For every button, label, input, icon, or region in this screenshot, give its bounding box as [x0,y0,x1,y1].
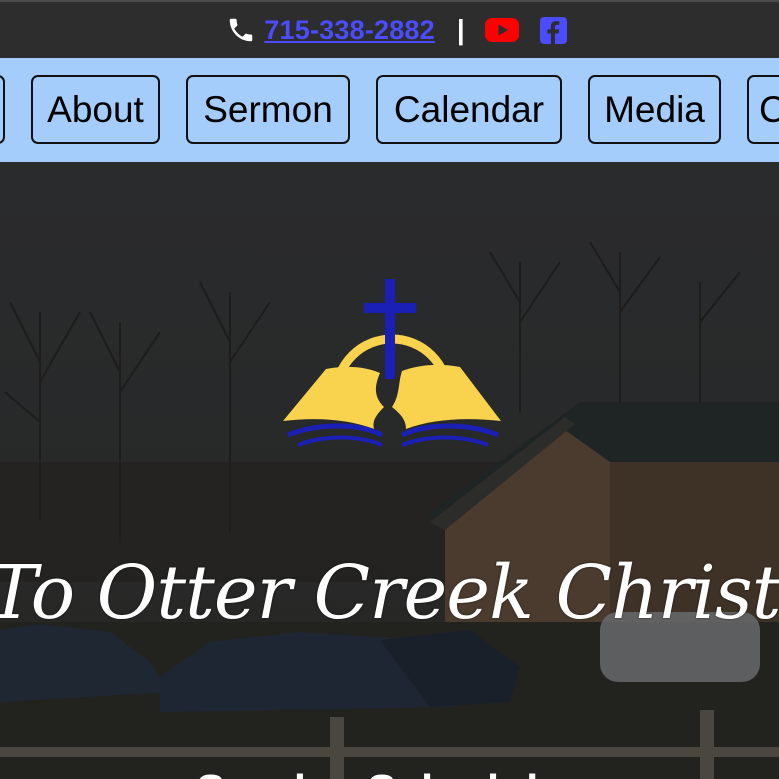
phone-number-link[interactable]: 715-338-2882 [264,15,435,46]
nav-item-sermon[interactable]: Sermon [186,75,350,144]
nav-item-home[interactable] [0,75,5,144]
youtube-icon[interactable] [484,17,519,43]
contact-row: 715-338-2882 | [226,14,567,46]
schedule-heading: Sunday Schedule [196,766,563,779]
facebook-icon[interactable] [539,16,567,44]
top-contact-bar: 715-338-2882 | [0,0,779,58]
nav-item-media[interactable]: Media [588,75,721,144]
main-nav: About Sermon Calendar Media C [0,58,779,162]
nav-item-contact[interactable]: C [747,75,779,144]
separator: | [456,14,465,45]
nav-item-about[interactable]: About [31,75,160,144]
nav-item-calendar[interactable]: Calendar [376,75,562,144]
phone-icon [226,15,256,45]
welcome-heading: To Otter Creek Christian [0,550,779,636]
church-logo [283,279,501,447]
hero-section: To Otter Creek Christian Sunday Schedule [0,162,779,779]
